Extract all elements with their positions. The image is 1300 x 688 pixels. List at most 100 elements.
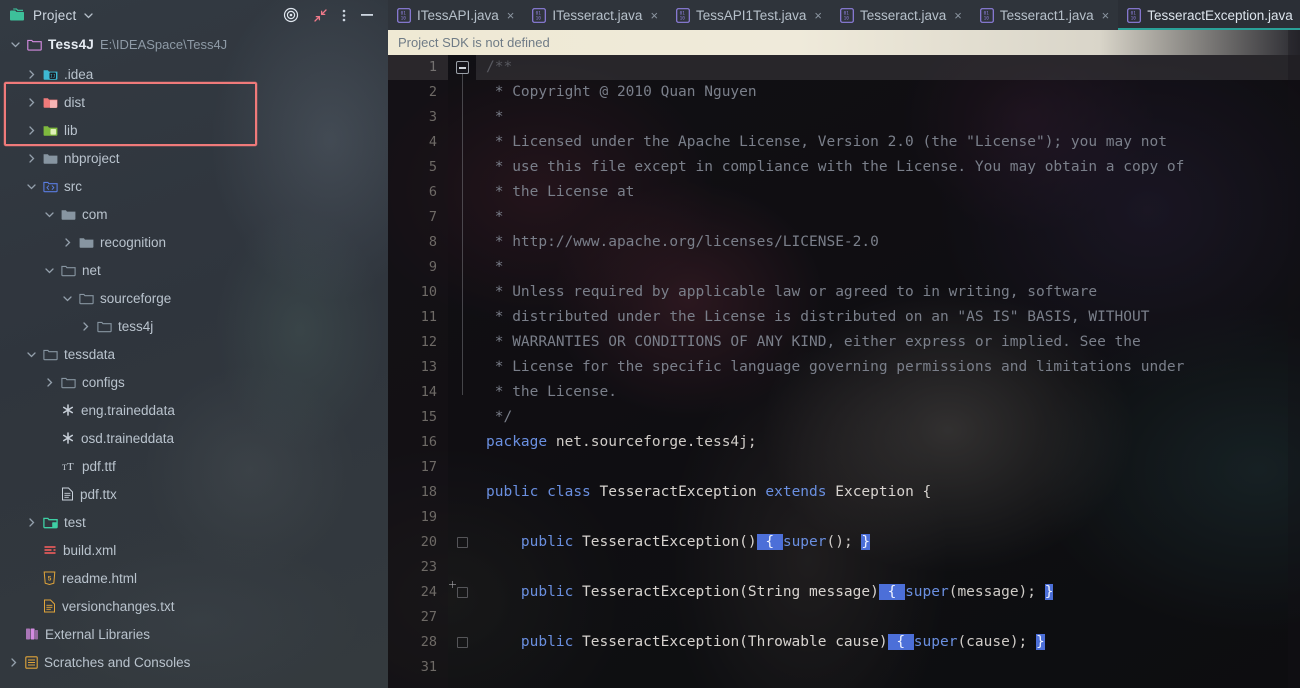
- select-opened-file-icon[interactable]: [283, 7, 299, 23]
- tree-node-test[interactable]: test: [0, 508, 388, 536]
- libraries-icon: [25, 627, 39, 641]
- close-icon[interactable]: ×: [1100, 9, 1110, 22]
- chevron-right-icon[interactable]: [26, 125, 37, 136]
- hide-tool-window-icon[interactable]: [360, 9, 374, 21]
- tree-node-scratches-and-consoles[interactable]: Scratches and Consoles: [0, 648, 388, 676]
- folder-icon: [43, 152, 58, 165]
- tree-node-nbproject[interactable]: nbproject: [0, 144, 388, 172]
- close-icon[interactable]: ×: [648, 9, 658, 22]
- java-file-icon: 01 10: [1127, 7, 1142, 23]
- tree-node-src[interactable]: src: [0, 172, 388, 200]
- editor-tab-tessapi1test[interactable]: 01 10 TessAPI1Test.java ×: [667, 0, 831, 30]
- project-tree[interactable]: IJ .idea dist lib nbproject src com recognition…: [0, 58, 388, 676]
- editor-tab-label: Tesseract1.java: [999, 7, 1094, 23]
- chevron-down-icon[interactable]: [83, 10, 94, 21]
- project-root-row[interactable]: Tess4J E:\IDEASpace\Tess4J: [0, 30, 388, 58]
- fold-expand-icon[interactable]: [456, 637, 468, 648]
- fold-expand-icon[interactable]: [456, 587, 468, 598]
- fold-marker-column[interactable]: [448, 55, 476, 688]
- editor-tab-tesseract1[interactable]: 01 10 Tesseract1.java ×: [971, 0, 1118, 30]
- code-line: package net.sourceforge.tess4j;: [476, 430, 1300, 455]
- fold-marker-cell[interactable]: [448, 530, 476, 555]
- tree-node-label: External Libraries: [45, 626, 151, 642]
- code-token: {: [878, 584, 906, 600]
- tree-node-label: test: [64, 514, 86, 530]
- chevron-right-icon[interactable]: [26, 69, 37, 80]
- code-text-column[interactable]: /** * Copyright @ 2010 Quan Nguyen * * L…: [476, 55, 1300, 688]
- line-number: 4: [428, 134, 437, 150]
- code-token: super: [905, 584, 949, 600]
- chevron-right-icon[interactable]: [8, 657, 19, 668]
- code-token: super: [782, 534, 827, 550]
- tree-node-recognition[interactable]: recognition: [0, 228, 388, 256]
- fold-expand-icon[interactable]: [456, 537, 468, 548]
- fold-marker-cell[interactable]: [448, 55, 476, 80]
- code-token: Exception {: [826, 484, 932, 500]
- close-icon[interactable]: ×: [505, 9, 515, 22]
- tree-node-idea[interactable]: IJ .idea: [0, 60, 388, 88]
- code-token: * the License at: [486, 184, 635, 200]
- tree-node-tessdata[interactable]: tessdata: [0, 340, 388, 368]
- code-token: TesseractException(Throwable cause): [573, 634, 888, 650]
- editor-tab-itesseract[interactable]: 01 10 ITesseract.java ×: [523, 0, 667, 30]
- tree-node-readme-html[interactable]: 5 readme.html: [0, 564, 388, 592]
- chevron-down-icon[interactable]: [26, 349, 37, 360]
- chevron-right-icon[interactable]: [62, 237, 73, 248]
- chevron-down-icon[interactable]: [44, 265, 55, 276]
- chevron-right-icon[interactable]: [26, 517, 37, 528]
- close-icon[interactable]: ×: [952, 9, 962, 22]
- tree-node-pdf-ttf[interactable]: T T pdf.ttf: [0, 452, 388, 480]
- tree-node-label: eng.traineddata: [81, 402, 175, 418]
- code-area[interactable]: 1234567891011121314151617181920232427283…: [388, 55, 1300, 688]
- options-icon[interactable]: [342, 8, 346, 23]
- tree-node-label: lib: [64, 122, 78, 138]
- chevron-right-icon[interactable]: [80, 321, 91, 332]
- sdk-warning-banner[interactable]: Project SDK is not defined: [388, 30, 1300, 55]
- line-number: 27: [420, 609, 437, 625]
- tree-node-pdf-ttx[interactable]: pdf.ttx: [0, 480, 388, 508]
- chevron-right-icon[interactable]: [44, 377, 55, 388]
- editor-tab-tesseractexception[interactable]: 0110TesseractException.java×: [1118, 0, 1300, 30]
- code-token: {: [756, 534, 783, 550]
- tree-node-lib[interactable]: lib: [0, 116, 388, 144]
- editor-tab-tesseract[interactable]: 01 10 Tesseract.java ×: [831, 0, 971, 30]
- tree-node-tess4j[interactable]: tess4j: [0, 312, 388, 340]
- chevron-right-icon[interactable]: [26, 97, 37, 108]
- code-token: *: [486, 209, 504, 225]
- tree-node-dist[interactable]: dist: [0, 88, 388, 116]
- fold-marker-cell: [448, 480, 476, 505]
- chevron-right-icon[interactable]: [26, 153, 37, 164]
- collapse-all-icon[interactable]: [313, 8, 328, 23]
- tree-node-sourceforge[interactable]: sourceforge: [0, 284, 388, 312]
- tree-node-external-libraries[interactable]: External Libraries: [0, 620, 388, 648]
- chevron-down-icon[interactable]: [62, 293, 73, 304]
- svg-text:10: 10: [401, 15, 407, 21]
- tree-node-configs[interactable]: configs: [0, 368, 388, 396]
- tree-node-osd-traineddata[interactable]: osd.traineddata: [0, 424, 388, 452]
- chevron-down-icon[interactable]: [10, 39, 21, 50]
- tree-node-versionchanges-txt[interactable]: versionchanges.txt: [0, 592, 388, 620]
- project-folder-icon: [10, 8, 26, 22]
- chevron-down-icon[interactable]: [26, 181, 37, 192]
- chevron-down-icon[interactable]: [44, 209, 55, 220]
- tree-node-eng-traineddata[interactable]: eng.traineddata: [0, 396, 388, 424]
- editor-scrollbar-track[interactable]: [1288, 30, 1300, 688]
- code-token: TesseractException(): [573, 534, 757, 550]
- close-icon[interactable]: ×: [812, 9, 822, 22]
- editor-tab-itessapi[interactable]: 01 10 ITessAPI.java ×: [388, 0, 523, 30]
- tree-node-com[interactable]: com: [0, 200, 388, 228]
- editor-tab-label: TesseractException.java: [1147, 7, 1293, 23]
- java-file-icon: 01 10: [532, 7, 547, 23]
- fold-marker-cell[interactable]: [448, 580, 476, 605]
- fold-marker-cell: [448, 555, 476, 580]
- tree-node-label: .idea: [64, 66, 94, 82]
- line-number: 28: [420, 634, 437, 650]
- fold-marker-cell[interactable]: [448, 630, 476, 655]
- editor-tab-bar[interactable]: 01 10 ITessAPI.java × 01 10 ITesseract.java × 01…: [388, 0, 1300, 30]
- line-number: 7: [428, 209, 437, 225]
- tree-node-label: readme.html: [62, 570, 138, 586]
- fold-collapse-icon[interactable]: [455, 61, 469, 74]
- tree-node-build-xml[interactable]: build.xml: [0, 536, 388, 564]
- tree-node-net[interactable]: net: [0, 256, 388, 284]
